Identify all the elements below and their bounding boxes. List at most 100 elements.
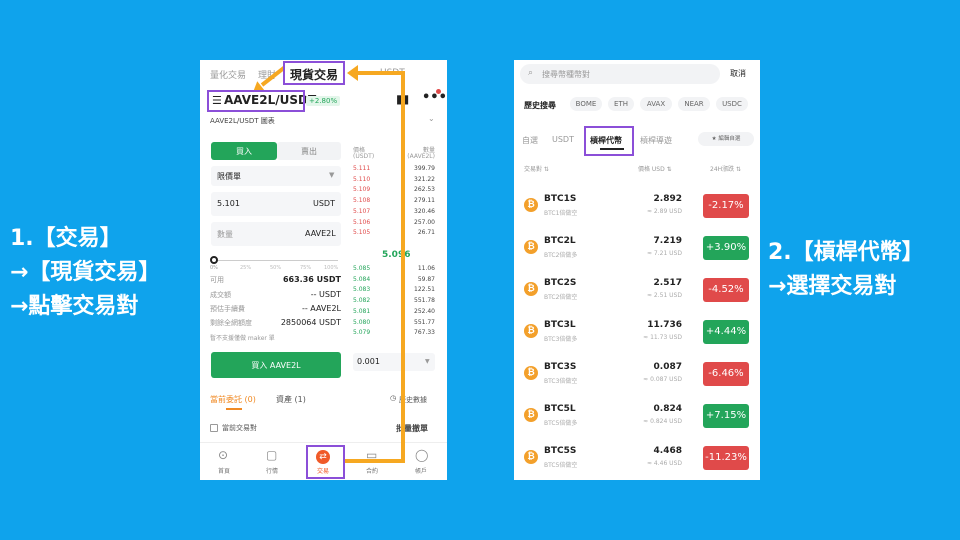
current-pair-checkbox[interactable]	[210, 424, 218, 432]
order-type-select[interactable]: 限價單 ▼	[211, 166, 341, 186]
token-price: 4.468	[653, 446, 682, 456]
ask-price[interactable]: 5.107	[353, 208, 370, 215]
current-pair-label: 當前交易對	[222, 424, 257, 432]
cancel-search-button[interactable]: 取消	[730, 68, 746, 79]
ask-qty: 321.22	[414, 175, 435, 183]
trade-tab-highlight-box	[306, 445, 345, 479]
change-badge: -11.23%	[703, 446, 749, 470]
history-chip-near[interactable]: NEAR	[678, 97, 710, 111]
home-icon[interactable]: ⊙	[218, 448, 228, 462]
bid-price[interactable]: 5.083	[353, 286, 370, 293]
price-value: 5.101	[217, 199, 240, 208]
ask-price[interactable]: 5.110	[353, 176, 370, 183]
token-price-usd: ≈ 2.51 USD	[646, 292, 682, 299]
ask-qty: 26.71	[417, 229, 435, 237]
arrow-line-top	[356, 71, 405, 75]
token-subtitle: BTC3倍做空	[544, 378, 578, 385]
tab-quant[interactable]: 量化交易	[210, 68, 246, 81]
header-pair[interactable]: 交易對 ⇅	[524, 164, 549, 173]
token-subtitle: BTC1倍做空	[544, 210, 578, 217]
buy-button[interactable]: 買入 AAVE2L	[211, 352, 341, 378]
tab-favorites[interactable]: 自選	[522, 135, 538, 146]
history-search-label: 歷史搜尋	[524, 101, 556, 110]
buy-tab[interactable]: 買入	[211, 142, 277, 160]
token-symbol: BTC5L	[544, 404, 576, 414]
bid-qty: 252.40	[414, 307, 435, 315]
token-row[interactable]: ₿ BTC5S BTC5倍做空 4.468 ≈ 4.46 USD -11.23%	[514, 440, 760, 476]
search-placeholder: 搜尋幣種幣對	[542, 70, 590, 79]
history-chip-avax[interactable]: AVAX	[640, 97, 672, 111]
ask-price[interactable]: 5.105	[353, 229, 370, 236]
slider-handle[interactable]	[210, 256, 218, 264]
tab-leverage-guide[interactable]: 槓桿導遊	[640, 135, 672, 146]
notification-dot	[436, 89, 441, 94]
account-icon[interactable]: ◯	[415, 448, 428, 462]
token-row[interactable]: ₿ BTC3L BTC3倍做多 11.736 ≈ 11.73 USD +4.44%	[514, 314, 760, 350]
header-price[interactable]: 價格 USD ⇅	[638, 164, 672, 173]
arrow-head-right	[347, 65, 358, 81]
search-input[interactable]: ⌕ 搜尋幣種幣對	[520, 64, 720, 84]
ask-price[interactable]: 5.108	[353, 197, 370, 204]
token-row[interactable]: ₿ BTC3S BTC3倍做空 0.087 ≈ 0.087 USD -6.46%	[514, 356, 760, 392]
token-subtitle: BTC3倍做多	[544, 336, 578, 343]
tab-usdt[interactable]: USDT	[552, 135, 574, 144]
dropdown-icon: ▼	[329, 171, 335, 179]
nav-account[interactable]: 帳戶	[415, 466, 427, 475]
history-chip-eth[interactable]: ETH	[608, 97, 634, 111]
history-icon[interactable]: ◷	[390, 394, 396, 402]
bid-price[interactable]: 5.082	[353, 297, 370, 304]
edit-favorites-button[interactable]: ★ 編輯自選	[698, 132, 754, 146]
slider-mark-75: 75%	[300, 265, 312, 271]
arrow-line-bottom	[344, 459, 405, 463]
assets-tab[interactable]: 資產 (1)	[276, 394, 306, 405]
nav-market[interactable]: 行情	[266, 466, 278, 475]
bid-qty: 122.51	[414, 286, 435, 294]
bid-price[interactable]: 5.080	[353, 319, 370, 326]
chart-link[interactable]: AAVE2L/USDT 圖表	[210, 116, 275, 126]
depth-value: 0.001	[357, 357, 380, 366]
token-row[interactable]: ₿ BTC2L BTC2倍做多 7.219 ≈ 7.21 USD +3.90%	[514, 230, 760, 266]
token-price: 7.219	[653, 236, 682, 246]
bid-price[interactable]: 5.081	[353, 308, 370, 315]
pair-highlight-box	[207, 90, 305, 112]
nav-home[interactable]: 首頁	[218, 466, 230, 475]
pair-change-badge: +2.80%	[306, 96, 341, 106]
ask-qty: 399.79	[414, 165, 435, 172]
token-symbol: BTC3S	[544, 362, 577, 372]
spot-trade-screen: 量化交易 理財 USDT ☰ AAVE2L/USDT +2.80% ▮▮ •••…	[200, 60, 447, 480]
token-row[interactable]: ₿ BTC5L BTC5倍做多 0.824 ≈ 0.824 USD +7.15%	[514, 398, 760, 434]
current-orders-tab[interactable]: 當前委託 (0)	[210, 394, 256, 405]
bid-price[interactable]: 5.084	[353, 276, 370, 283]
header-change[interactable]: 24H漲跌 ⇅	[710, 164, 741, 173]
more-icon[interactable]: •••	[422, 90, 447, 105]
market-icon[interactable]: ▢	[266, 448, 277, 462]
buy-tab-label: 買入	[236, 147, 252, 156]
sell-tab[interactable]: 賣出	[277, 142, 341, 160]
ask-price[interactable]: 5.106	[353, 219, 370, 226]
token-price-usd: ≈ 0.824 USD	[643, 418, 682, 425]
quantity-unit: AAVE2L	[305, 229, 336, 238]
nav-contract[interactable]: 合約	[366, 466, 378, 475]
history-chip-bome[interactable]: BOME	[570, 97, 602, 111]
depth-select[interactable]: 0.001 ▼	[353, 353, 435, 371]
token-price-usd: ≈ 7.21 USD	[646, 250, 682, 257]
ask-price[interactable]: 5.111	[353, 165, 370, 172]
ask-qty: 262.53	[414, 186, 435, 194]
bid-price[interactable]: 5.079	[353, 329, 370, 336]
token-row[interactable]: ₿ BTC2S BTC2倍做空 2.517 ≈ 2.51 USD -4.52%	[514, 272, 760, 308]
leveraged-tab-highlight-box	[584, 126, 634, 156]
ask-price[interactable]: 5.109	[353, 186, 370, 193]
history-chip-usdc[interactable]: USDC	[716, 97, 748, 111]
chevron-down-icon[interactable]: ⌄	[428, 114, 435, 123]
ask-qty: 257.00	[414, 218, 435, 226]
bid-price[interactable]: 5.085	[353, 265, 370, 272]
price-input[interactable]: 5.101 USDT	[211, 192, 341, 216]
available-label: 可用	[210, 276, 224, 284]
token-row[interactable]: ₿ BTC1S BTC1倍做空 2.892 ≈ 2.89 USD -2.17%	[514, 188, 760, 224]
slider-track	[214, 260, 338, 261]
quantity-input[interactable]: 數量 AAVE2L	[211, 222, 341, 246]
book-price-unit: (USDT)	[353, 153, 375, 160]
token-subtitle: BTC2倍做空	[544, 294, 578, 301]
turnover-label: 成交額	[210, 291, 231, 299]
available-value: 663.36 USDT	[282, 275, 341, 284]
